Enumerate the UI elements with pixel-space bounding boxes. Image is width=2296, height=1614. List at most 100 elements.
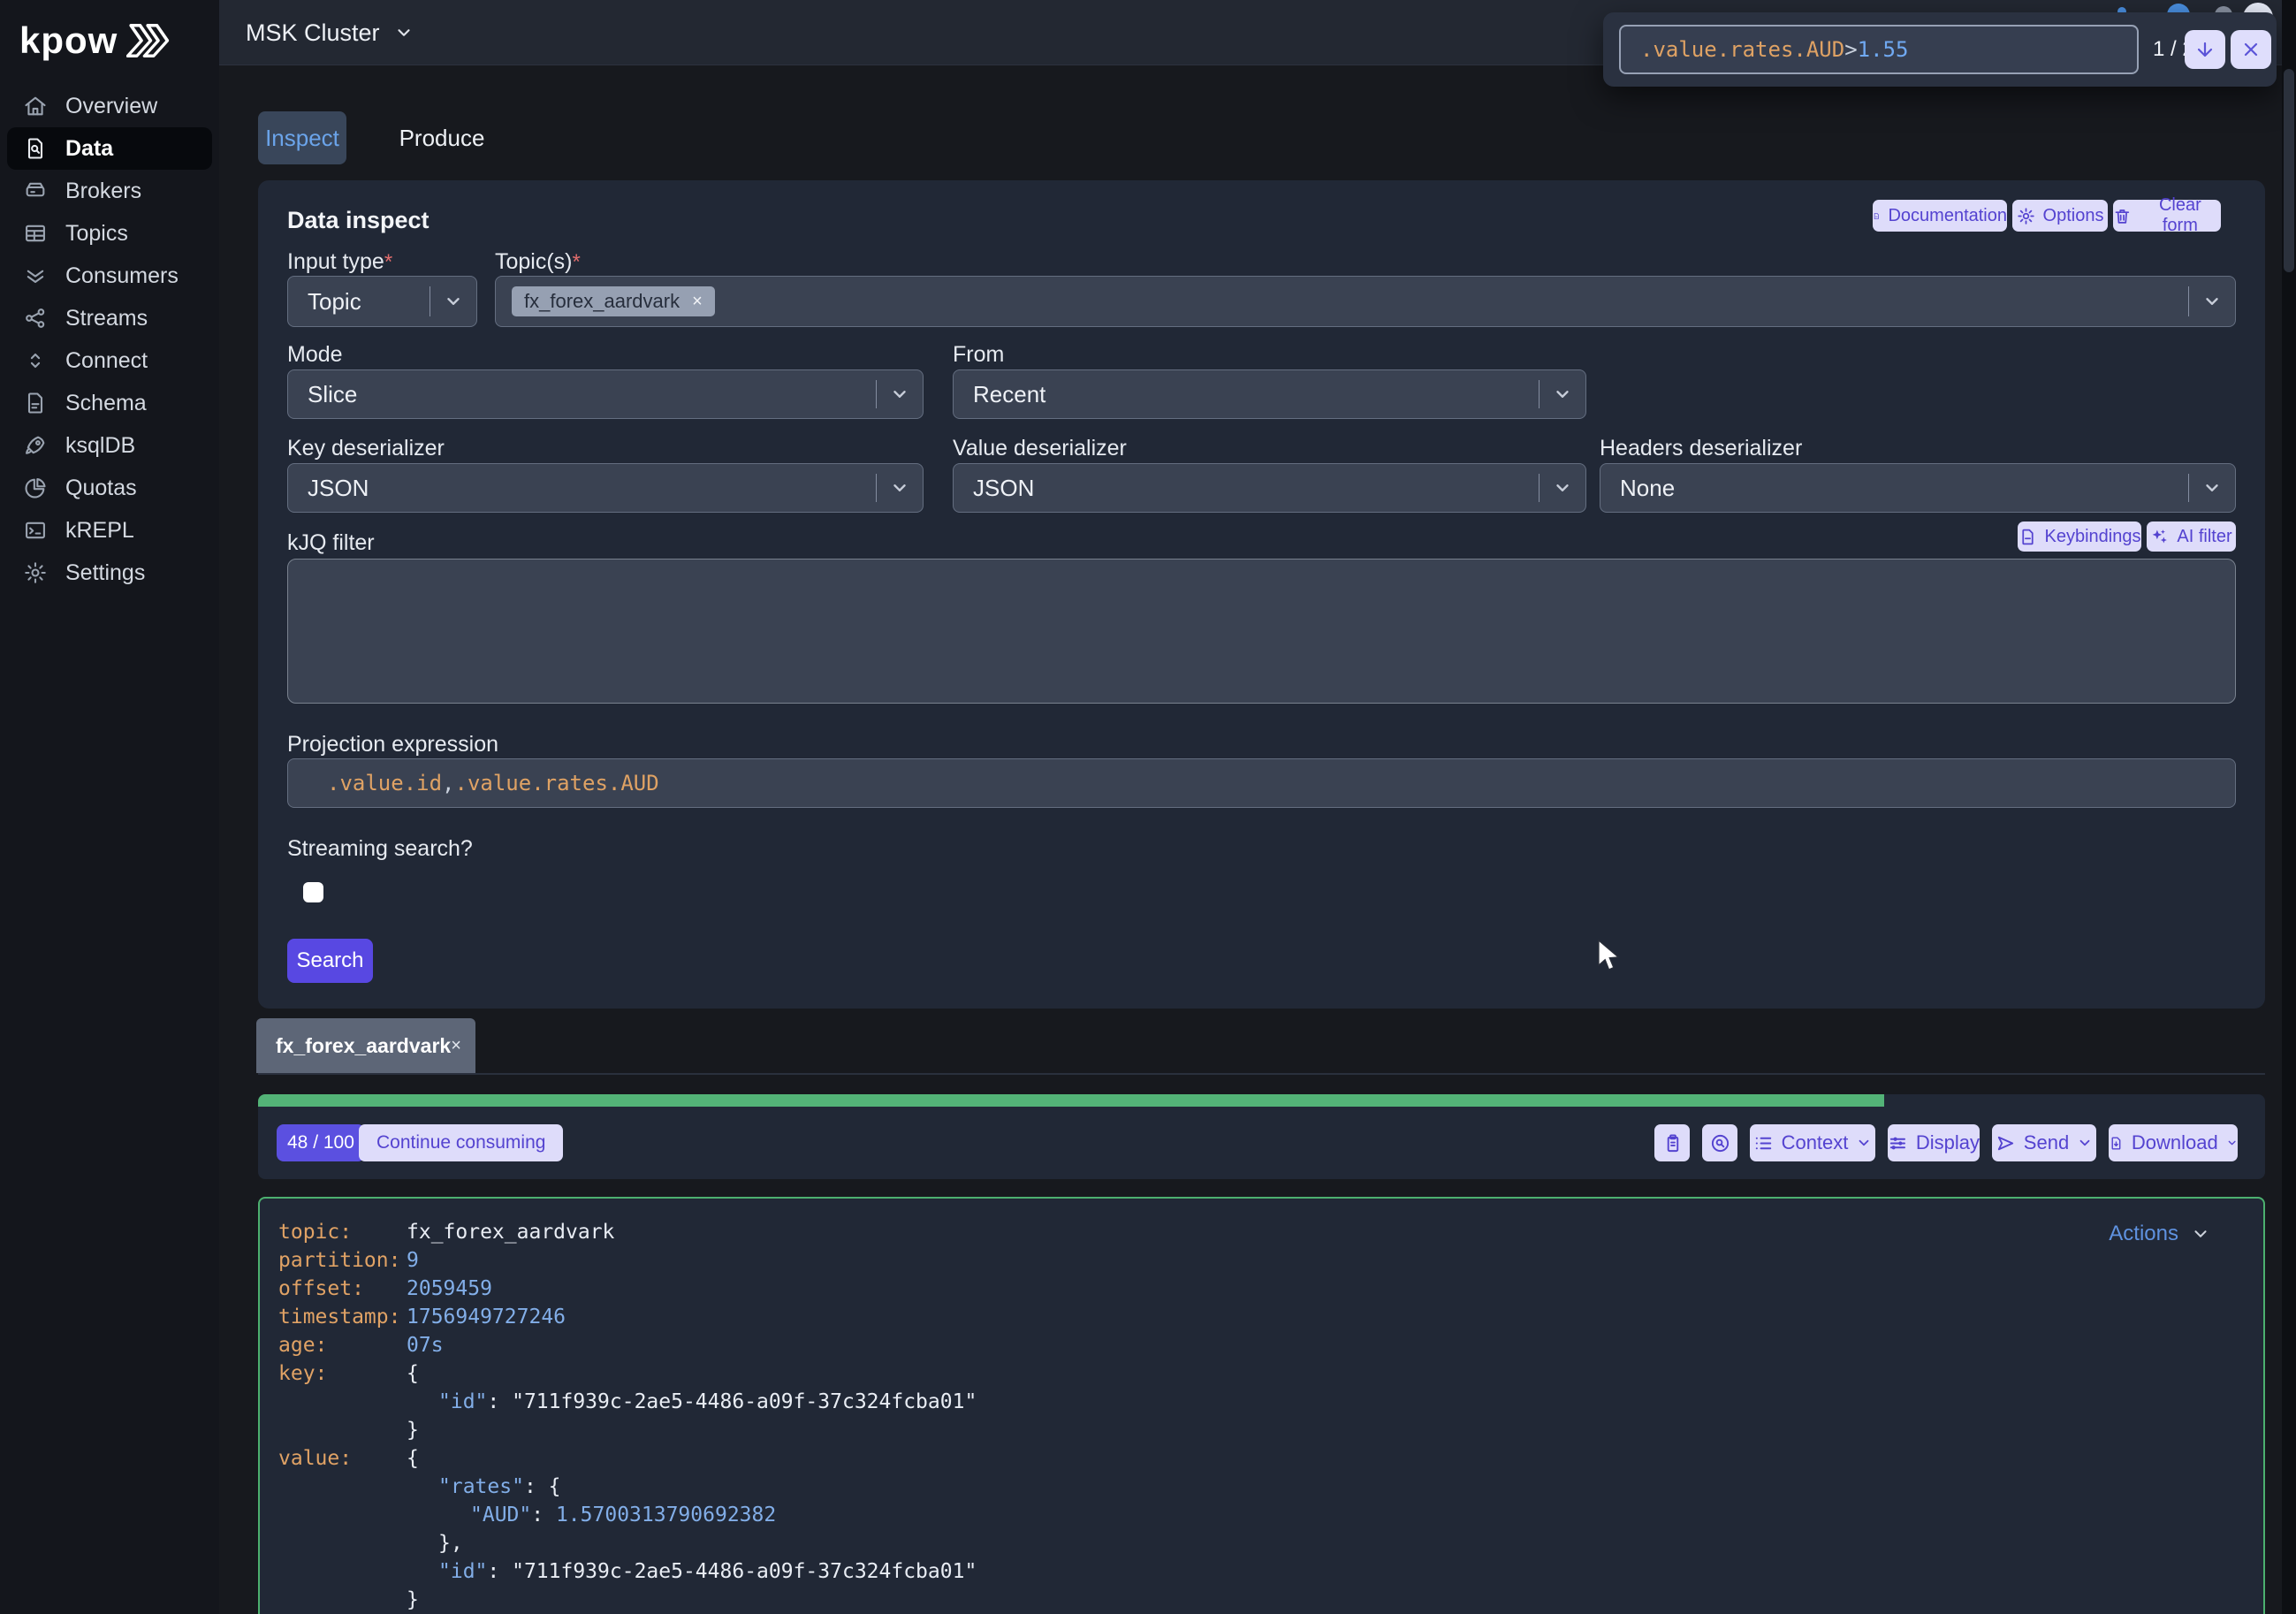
ai-filter-button[interactable]: AI filter — [2147, 522, 2236, 552]
json-line: key:{ — [278, 1359, 2245, 1388]
gear-icon — [2017, 207, 2035, 225]
streaming-search-checkbox[interactable] — [303, 882, 323, 902]
search-records-button[interactable] — [1702, 1124, 1737, 1161]
json-segment: : — [524, 1475, 549, 1498]
sidebar-item-label: Data — [65, 136, 113, 162]
json-segment: 07s — [407, 1334, 444, 1357]
result-topic-tab-label: fx_forex_aardvark — [276, 1034, 451, 1058]
kjq-filter-label: kJQ filter — [287, 530, 375, 556]
json-segment: fx_forex_aardvark — [407, 1221, 614, 1244]
data-inspect-panel: Data inspect Documentation Options Clear… — [258, 180, 2265, 1009]
json-field-key: value: — [278, 1444, 407, 1473]
sidebar-item-ksqldb[interactable]: ksqlDB — [7, 424, 212, 467]
download-label: Download — [2132, 1131, 2218, 1154]
home-icon — [23, 94, 48, 118]
key-deserializer-select[interactable]: JSON — [287, 463, 924, 513]
json-field-key — [278, 1473, 407, 1501]
sidebar-item-brokers[interactable]: Brokers — [7, 170, 212, 212]
ai-filter-label: AI filter — [2177, 527, 2231, 547]
projection-label: Projection expression — [287, 732, 498, 758]
documentation-label: Documentation — [1888, 206, 2007, 226]
gear-icon — [23, 560, 48, 585]
server-icon — [23, 179, 48, 203]
input-type-select[interactable]: Topic — [287, 276, 477, 327]
value-deserializer-select[interactable]: JSON — [953, 463, 1586, 513]
sidebar-item-krepl[interactable]: kREPL — [7, 509, 212, 552]
cluster-selector[interactable]: MSK Cluster — [246, 0, 414, 65]
sidebar-item-schema[interactable]: Schema — [7, 382, 212, 424]
json-segment: 2059459 — [407, 1277, 492, 1300]
find-close-button[interactable] — [2231, 30, 2271, 69]
json-segment: 1756949727246 — [407, 1306, 566, 1329]
sidebar-item-overview[interactable]: Overview — [7, 85, 212, 127]
json-segment: { — [407, 1447, 419, 1470]
tab-close-icon[interactable]: × — [451, 1036, 461, 1056]
json-segment: "id" — [438, 1390, 487, 1413]
topics-multiselect[interactable]: fx_forex_aardvark × — [495, 276, 2236, 327]
find-next-button[interactable] — [2185, 30, 2225, 69]
sidebar-item-label: Schema — [65, 391, 147, 416]
file-search-icon — [23, 136, 48, 161]
sparkles-icon — [2150, 528, 2169, 546]
tab-divider — [258, 1073, 2265, 1075]
projection-sep: , — [442, 771, 454, 796]
json-field-key — [278, 1416, 407, 1444]
download-button[interactable]: Download — [2109, 1124, 2238, 1161]
scrollbar[interactable] — [2282, 0, 2296, 1614]
search-circle-icon — [1710, 1133, 1730, 1153]
documentation-button[interactable]: Documentation — [1873, 200, 2007, 232]
json-segment: "id" — [438, 1560, 487, 1583]
app-logo[interactable]: kpow — [19, 19, 172, 62]
display-button[interactable]: Display — [1888, 1124, 1980, 1161]
sidebar-item-settings[interactable]: Settings — [7, 552, 212, 594]
json-segment: { — [549, 1475, 561, 1498]
search-button[interactable]: Search — [287, 939, 373, 983]
json-line: } — [278, 1416, 2245, 1444]
sidebar-item-data[interactable]: Data — [7, 127, 212, 170]
result-topic-tab[interactable]: fx_forex_aardvark × — [256, 1018, 475, 1073]
json-segment: : — [487, 1560, 512, 1583]
record-result-panel: Actions topic:fx_forex_aardvarkpartition… — [258, 1197, 2265, 1614]
list-icon — [1753, 1133, 1774, 1153]
kjq-filter-textarea[interactable] — [287, 559, 2236, 704]
close-icon — [2240, 39, 2262, 60]
context-button[interactable]: Context — [1750, 1124, 1875, 1161]
json-field-key — [278, 1501, 407, 1529]
sidebar-item-connect[interactable]: Connect — [7, 339, 212, 382]
find-input[interactable]: .value.rates.AUD > 1.55 — [1619, 25, 2139, 74]
tab-inspect[interactable]: Inspect — [258, 111, 346, 164]
find-query-op: > — [1844, 37, 1857, 62]
sidebar: kpow OverviewDataBrokersTopicsConsumersS… — [0, 0, 219, 1614]
from-select[interactable]: Recent — [953, 369, 1586, 419]
headers-deserializer-select[interactable]: None — [1600, 463, 2236, 513]
json-segment: 9 — [407, 1249, 419, 1272]
send-button[interactable]: Send — [1992, 1124, 2096, 1161]
projection-input[interactable]: .value.id, .value.rates.AUD — [287, 758, 2236, 808]
sidebar-item-streams[interactable]: Streams — [7, 297, 212, 339]
context-label: Context — [1782, 1131, 1849, 1154]
sidebar-item-quotas[interactable]: Quotas — [7, 467, 212, 509]
copy-button[interactable] — [1654, 1124, 1690, 1161]
chip-remove-icon[interactable]: × — [692, 292, 703, 312]
tab-produce[interactable]: Produce — [389, 111, 495, 164]
json-line: }, — [278, 1529, 2245, 1557]
trash-icon — [2113, 207, 2132, 225]
clear-form-button[interactable]: Clear form — [2113, 200, 2221, 232]
continue-consuming-button[interactable]: Continue consuming — [359, 1124, 563, 1161]
json-line: value:{ — [278, 1444, 2245, 1473]
mode-select[interactable]: Slice — [287, 369, 924, 419]
arrow-down-icon — [2194, 39, 2216, 60]
from-label: From — [953, 342, 1004, 368]
keybindings-label: Keybindings — [2045, 527, 2141, 547]
topic-chip[interactable]: fx_forex_aardvark × — [512, 286, 715, 316]
sidebar-item-topics[interactable]: Topics — [7, 212, 212, 255]
scrollbar-thumb[interactable] — [2284, 69, 2294, 272]
json-field-key — [278, 1586, 407, 1614]
panel-title: Data inspect — [287, 207, 430, 234]
options-button[interactable]: Options — [2012, 200, 2108, 232]
sidebar-item-consumers[interactable]: Consumers — [7, 255, 212, 297]
keybindings-button[interactable]: Keybindings — [2018, 522, 2141, 552]
json-segment: } — [407, 1588, 419, 1611]
document-icon — [2019, 528, 2037, 546]
json-field-key: topic: — [278, 1218, 407, 1246]
